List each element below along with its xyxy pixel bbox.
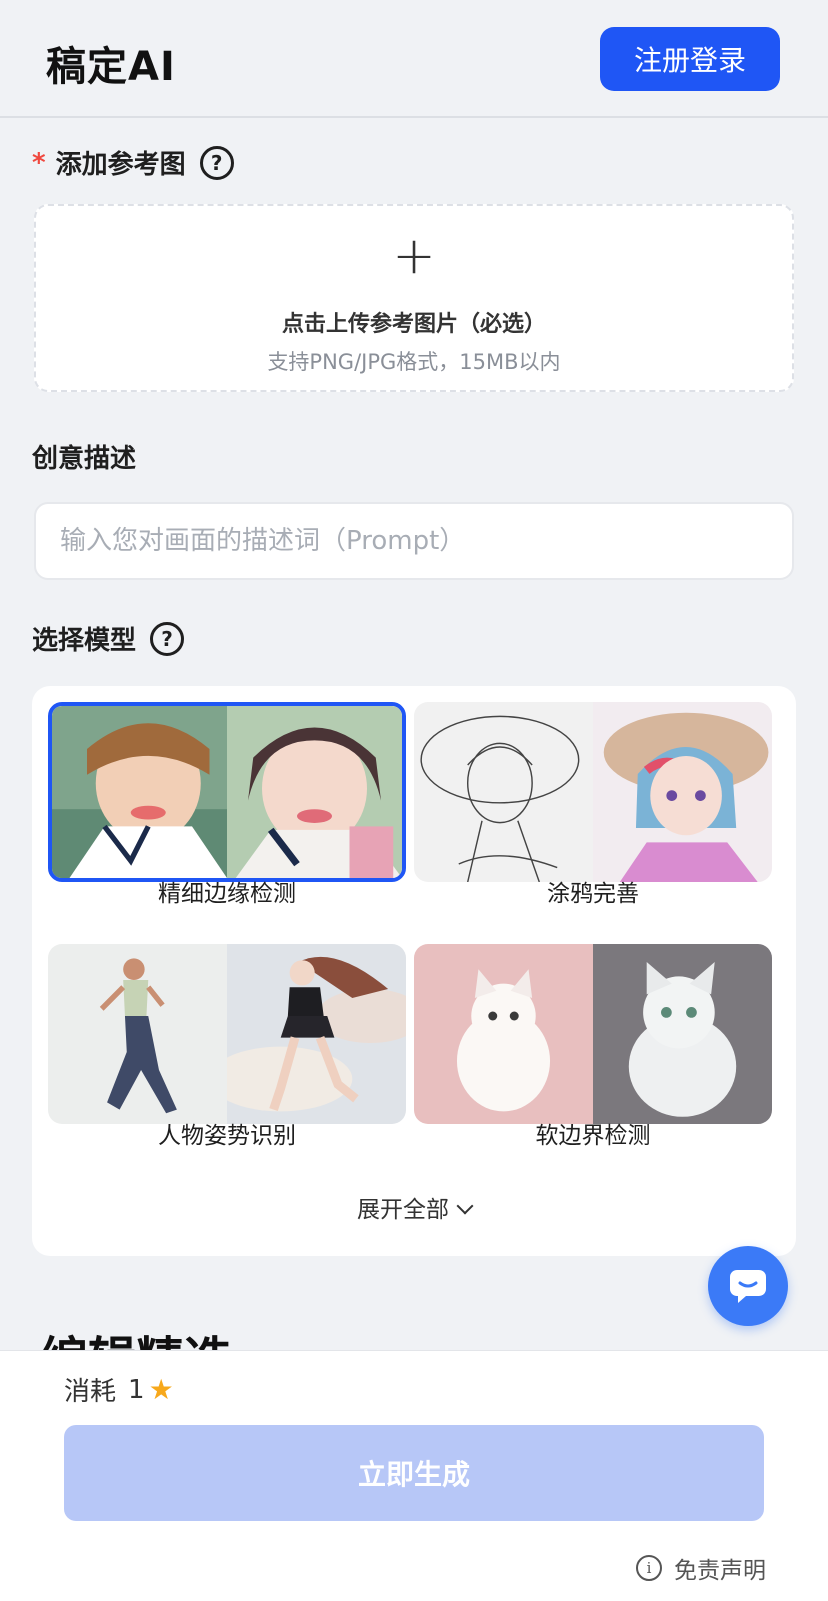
model-card-soft-edge[interactable] <box>414 944 772 1124</box>
help-icon[interactable]: ? <box>199 145 234 180</box>
top-bar: 稿定AI 注册登录 <box>0 0 828 118</box>
sample-photo-before <box>52 706 227 878</box>
expand-all-button[interactable]: 展开全部 <box>32 1190 796 1224</box>
chat-support-button[interactable] <box>708 1246 788 1326</box>
info-icon: i <box>636 1555 662 1581</box>
generate-button[interactable]: 立即生成 <box>64 1425 764 1521</box>
reference-upload-area[interactable]: + 点击上传参考图片（必选） 支持PNG/JPG格式，15MB以内 <box>34 204 794 392</box>
chat-icon <box>730 1270 766 1303</box>
star-icon: ★ <box>148 1373 174 1406</box>
sample-runner-anime <box>227 944 406 1124</box>
sample-photo-after <box>227 706 402 878</box>
reference-title: 添加参考图 <box>55 150 186 180</box>
register-login-button[interactable]: 注册登录 <box>600 27 780 91</box>
prompt-input[interactable] <box>34 502 794 580</box>
expand-label: 展开全部 <box>357 1197 449 1223</box>
upload-format-hint: 支持PNG/JPG格式，15MB以内 <box>267 350 561 374</box>
sample-runner-photo <box>48 944 227 1124</box>
cost-indicator: 消耗 1 ★ <box>64 1371 174 1408</box>
required-mark: * <box>32 147 46 178</box>
help-icon[interactable]: ? <box>150 621 185 656</box>
sample-sketch <box>414 702 593 882</box>
model-card-fine-edge[interactable] <box>48 702 406 882</box>
app-logo[interactable]: 稿定AI <box>46 34 176 92</box>
sample-anime-result <box>593 702 772 882</box>
model-label: 精细边缘检测 <box>158 881 296 907</box>
disclaimer-label: 免责声明 <box>674 1558 766 1584</box>
chevron-down-icon <box>456 1197 474 1215</box>
model-panel: 精细边缘检测 涂鸦完善 人物姿势识别 软边界检测 展开全部 <box>32 686 796 1256</box>
model-title: 选择模型 <box>32 626 137 656</box>
model-card-pose[interactable] <box>48 944 406 1124</box>
prompt-title: 创意描述 <box>32 444 137 474</box>
disclaimer-link[interactable]: i 免责声明 <box>636 1551 766 1585</box>
reference-section-title: * 添加参考图 ? <box>32 144 234 181</box>
prompt-section-title: 创意描述 <box>32 438 136 475</box>
model-label: 涂鸦完善 <box>547 881 639 907</box>
cost-label: 消耗 <box>64 1377 117 1407</box>
model-label: 人物姿势识别 <box>158 1123 296 1149</box>
cost-value: 1 <box>128 1374 145 1405</box>
plus-icon: + <box>392 226 436 286</box>
model-card-scribble[interactable] <box>414 702 772 882</box>
model-section-title: 选择模型 ? <box>32 620 185 657</box>
bottom-action-bar: 消耗 1 ★ 立即生成 i 免责声明 <box>0 1350 828 1601</box>
sample-kitten-photo <box>414 944 593 1124</box>
upload-instruction: 点击上传参考图片（必选） <box>281 312 546 337</box>
model-label: 软边界检测 <box>535 1123 651 1149</box>
sample-kitten-render <box>593 944 772 1124</box>
